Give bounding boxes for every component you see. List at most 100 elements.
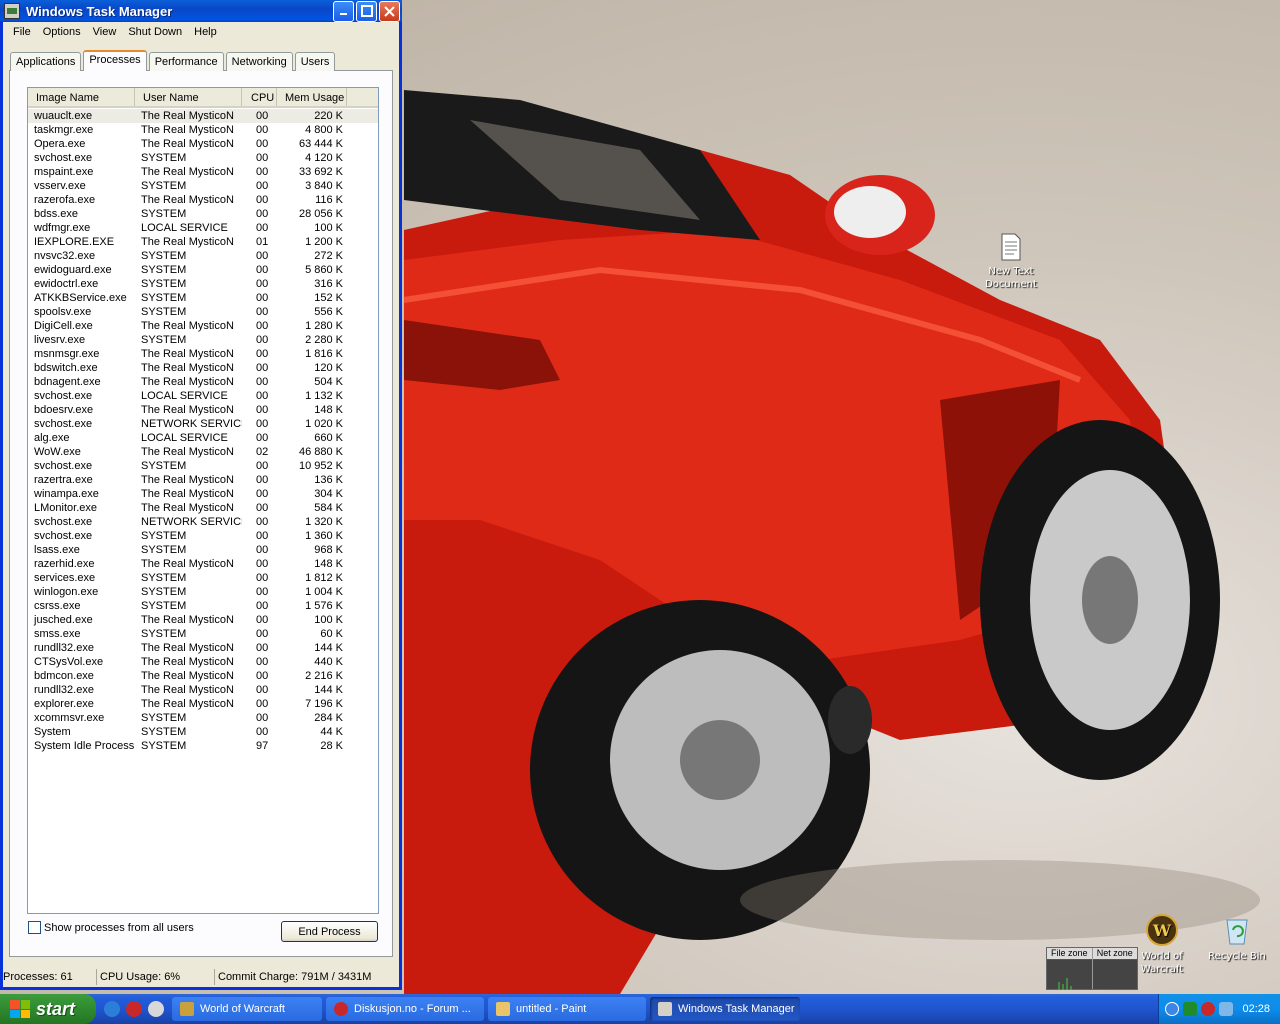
status-process-count: Processes: 61 <box>0 969 97 985</box>
process-row[interactable]: winlogon.exe SYSTEM 00 1 004 K <box>28 585 378 599</box>
process-row[interactable]: spoolsv.exe SYSTEM 00 556 K <box>28 305 378 319</box>
process-row[interactable]: taskmgr.exe The Real MysticoN 00 4 800 K <box>28 123 378 137</box>
process-cpu: 00 <box>256 348 269 360</box>
tab-performance[interactable]: Performance <box>148 52 224 71</box>
process-image-name: livesrv.exe <box>34 334 86 346</box>
start-button[interactable]: start <box>0 994 96 1024</box>
taskbar-button-diskusjon-forum[interactable]: Diskusjon.no - Forum ... <box>326 997 484 1021</box>
process-row[interactable]: xcommsvr.exe SYSTEM 00 284 K <box>28 711 378 725</box>
process-row[interactable]: services.exe SYSTEM 00 1 812 K <box>28 571 378 585</box>
process-row[interactable]: rundll32.exe The Real MysticoN 00 144 K <box>28 641 378 655</box>
process-user-name: The Real MysticoN <box>141 124 234 136</box>
text-document-icon <box>1001 233 1021 261</box>
process-mem-usage: 440 K <box>314 656 343 668</box>
show-desktop-icon[interactable] <box>148 1001 164 1017</box>
show-all-users-checkbox[interactable] <box>28 921 41 934</box>
menu-help[interactable]: Help <box>188 26 223 38</box>
tab-users[interactable]: Users <box>294 52 336 71</box>
process-row[interactable]: rundll32.exe The Real MysticoN 00 144 K <box>28 683 378 697</box>
process-row[interactable]: ewidoguard.exe SYSTEM 00 5 860 K <box>28 263 378 277</box>
menu-view[interactable]: View <box>87 26 123 38</box>
process-row[interactable]: CTSysVol.exe The Real MysticoN 00 440 K <box>28 655 378 669</box>
process-row[interactable]: bdss.exe SYSTEM 00 28 056 K <box>28 207 378 221</box>
process-row[interactable]: ATKKBService.exe SYSTEM 00 152 K <box>28 291 378 305</box>
taskbar-button-task-manager[interactable]: Windows Task Manager <box>650 997 800 1021</box>
process-row[interactable]: wdfmgr.exe LOCAL SERVICE 00 100 K <box>28 221 378 235</box>
process-row[interactable]: explorer.exe The Real MysticoN 00 7 196 K <box>28 697 378 711</box>
process-row[interactable]: Opera.exe The Real MysticoN 00 63 444 K <box>28 137 378 151</box>
menu-file[interactable]: File <box>7 26 37 38</box>
process-user-name: The Real MysticoN <box>141 474 234 486</box>
process-row[interactable]: csrss.exe SYSTEM 00 1 576 K <box>28 599 378 613</box>
process-row[interactable]: lsass.exe SYSTEM 00 968 K <box>28 543 378 557</box>
process-cpu: 00 <box>256 418 269 430</box>
activity-graph <box>1058 978 1072 990</box>
process-row[interactable]: vsserv.exe SYSTEM 00 3 840 K <box>28 179 378 193</box>
process-row[interactable]: svchost.exe NETWORK SERVICE 00 1 320 K <box>28 515 378 529</box>
clock[interactable]: 02:28 <box>1242 1003 1270 1015</box>
process-cpu: 00 <box>256 600 269 612</box>
process-row[interactable]: svchost.exe NETWORK SERVICE 00 1 020 K <box>28 417 378 431</box>
process-row[interactable]: WoW.exe The Real MysticoN 02 46 880 K <box>28 445 378 459</box>
process-cpu: 00 <box>256 516 269 528</box>
end-process-button[interactable]: End Process <box>281 921 378 942</box>
process-list[interactable]: Image Name User Name CPU Mem Usage wuauc… <box>27 87 379 914</box>
process-row[interactable]: bdmcon.exe The Real MysticoN 00 2 216 K <box>28 669 378 683</box>
process-row[interactable]: wuauclt.exe The Real MysticoN 00 220 K <box>28 109 378 123</box>
column-header-mem-usage[interactable]: Mem Usage <box>277 88 347 106</box>
process-row[interactable]: razertra.exe The Real MysticoN 00 136 K <box>28 473 378 487</box>
tab-processes[interactable]: Processes <box>83 50 147 71</box>
menu-bar: File Options View Shut Down Help <box>3 22 399 42</box>
process-row[interactable]: livesrv.exe SYSTEM 00 2 280 K <box>28 333 378 347</box>
menu-options[interactable]: Options <box>37 26 87 38</box>
title-bar[interactable]: Windows Task Manager <box>0 0 402 22</box>
process-row[interactable]: svchost.exe SYSTEM 00 10 952 K <box>28 459 378 473</box>
process-row[interactable]: winampa.exe The Real MysticoN 00 304 K <box>28 487 378 501</box>
process-row[interactable]: LMonitor.exe The Real MysticoN 00 584 K <box>28 501 378 515</box>
menu-shut-down[interactable]: Shut Down <box>122 26 188 38</box>
taskbar-button-paint[interactable]: untitled - Paint <box>488 997 646 1021</box>
opera-icon[interactable] <box>126 1001 142 1017</box>
column-header-cpu[interactable]: CPU <box>242 88 277 106</box>
process-row[interactable]: nvsvc32.exe SYSTEM 00 272 K <box>28 249 378 263</box>
chevron-left-icon[interactable] <box>1165 1002 1179 1016</box>
process-row[interactable]: bdnagent.exe The Real MysticoN 00 504 K <box>28 375 378 389</box>
desktop-icon-new-text-document[interactable]: New Text Document <box>971 233 1051 291</box>
status-cpu-usage: CPU Usage: 6% <box>97 969 215 985</box>
tab-applications[interactable]: Applications <box>10 52 82 71</box>
process-row[interactable]: System SYSTEM 00 44 K <box>28 725 378 739</box>
close-button[interactable] <box>379 0 400 22</box>
show-all-users-option[interactable]: Show processes from all users <box>28 921 194 934</box>
tab-networking[interactable]: Networking <box>225 52 293 71</box>
internet-explorer-icon[interactable] <box>104 1001 120 1017</box>
network-icon[interactable] <box>1219 1002 1233 1016</box>
process-row[interactable]: System Idle Process SYSTEM 97 28 K <box>28 739 378 753</box>
process-image-name: services.exe <box>34 572 96 584</box>
column-header-image-name[interactable]: Image Name <box>28 88 135 106</box>
process-row[interactable]: svchost.exe SYSTEM 00 4 120 K <box>28 151 378 165</box>
process-row[interactable]: razerhid.exe The Real MysticoN 00 148 K <box>28 557 378 571</box>
process-row[interactable]: msnmsgr.exe The Real MysticoN 00 1 816 K <box>28 347 378 361</box>
process-row[interactable]: jusched.exe The Real MysticoN 00 100 K <box>28 613 378 627</box>
process-row[interactable]: smss.exe SYSTEM 00 60 K <box>28 627 378 641</box>
process-row[interactable]: ewidoctrl.exe SYSTEM 00 316 K <box>28 277 378 291</box>
process-row[interactable]: IEXPLORE.EXE The Real MysticoN 01 1 200 K <box>28 235 378 249</box>
process-row[interactable]: mspaint.exe The Real MysticoN 00 33 692 K <box>28 165 378 179</box>
process-image-name: winlogon.exe <box>34 586 99 598</box>
desktop-icon-recycle-bin[interactable]: Recycle Bin <box>1197 914 1277 963</box>
column-header-user-name[interactable]: User Name <box>135 88 242 106</box>
process-row[interactable]: alg.exe LOCAL SERVICE 00 660 K <box>28 431 378 445</box>
process-row[interactable]: svchost.exe SYSTEM 00 1 360 K <box>28 529 378 543</box>
process-row[interactable]: svchost.exe LOCAL SERVICE 00 1 132 K <box>28 389 378 403</box>
process-image-name: csrss.exe <box>34 600 81 612</box>
antivirus-icon[interactable] <box>1201 1002 1215 1016</box>
process-row[interactable]: bdoesrv.exe The Real MysticoN 00 148 K <box>28 403 378 417</box>
maximize-button[interactable] <box>356 0 377 22</box>
process-image-name: lsass.exe <box>34 544 80 556</box>
tray-app-icon[interactable] <box>1183 1002 1197 1016</box>
process-row[interactable]: DigiCell.exe The Real MysticoN 00 1 280 K <box>28 319 378 333</box>
minimize-button[interactable] <box>333 0 354 22</box>
process-row[interactable]: bdswitch.exe The Real MysticoN 00 120 K <box>28 361 378 375</box>
process-row[interactable]: razerofa.exe The Real MysticoN 00 116 K <box>28 193 378 207</box>
taskbar-button-world-of-warcraft[interactable]: World of Warcraft <box>172 997 322 1021</box>
